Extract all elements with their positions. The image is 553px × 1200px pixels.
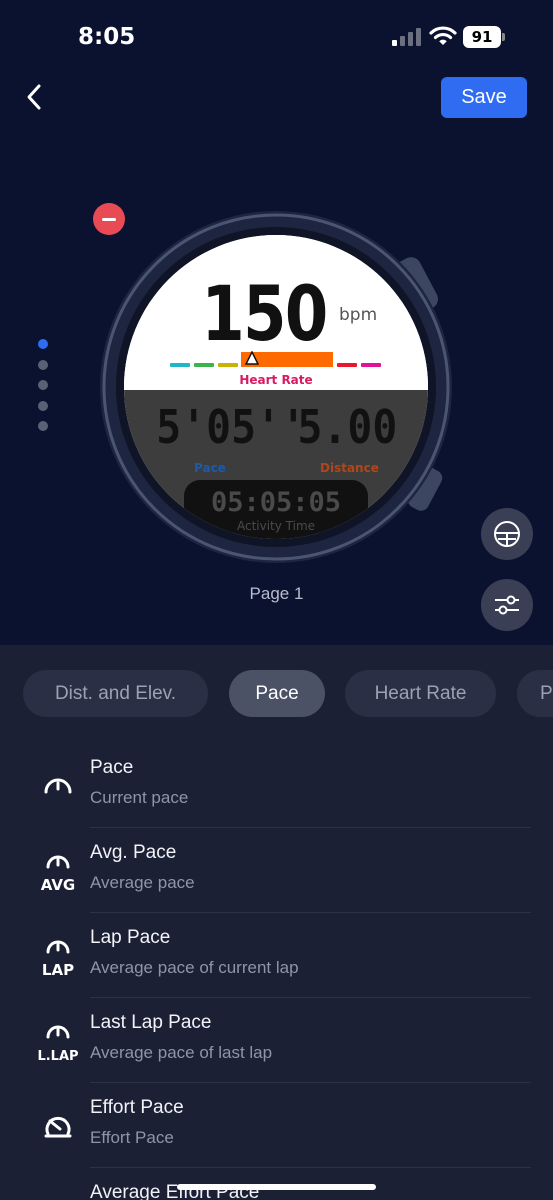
list-item-avg-pace[interactable]: AVG Avg. Pace Average pace <box>0 828 553 913</box>
list-item-effort-pace[interactable]: Effort Pace Effort Pace <box>0 1083 553 1168</box>
list-item-title: Lap Pace <box>90 927 171 948</box>
distance-value: 5.00 <box>297 400 398 454</box>
save-button[interactable]: Save <box>441 77 527 118</box>
gauge-badge: LAP <box>42 961 74 979</box>
pace-label: Pace <box>194 461 226 475</box>
list-item-lap-pace[interactable]: LAP Lap Pace Average pace of current lap <box>0 913 553 998</box>
gauge-avg-icon: AVG <box>41 855 76 894</box>
watch-preview: 150 bpm Heart Rate 5'05'' Pace 5.00 Dist… <box>96 205 456 565</box>
gauge-badge: AVG <box>41 876 76 894</box>
page-label: Page 1 <box>249 584 304 603</box>
page-dot-3[interactable] <box>38 380 48 390</box>
pace-value: 5'05'' <box>156 400 306 454</box>
zone-3-bar <box>218 363 238 367</box>
list-item-title: Avg. Pace <box>90 842 177 863</box>
settings-sliders-button[interactable] <box>481 579 533 631</box>
page-dot-4[interactable] <box>38 400 48 411</box>
status-time: 8:05 <box>78 24 136 50</box>
activity-time-label: Activity Time <box>236 519 316 533</box>
zone-6-bar <box>361 363 381 367</box>
wifi-icon <box>429 26 457 45</box>
zone-5-bar <box>337 363 357 367</box>
watch-face[interactable]: 150 bpm Heart Rate 5'05'' Pace 5.00 Dist… <box>124 235 428 539</box>
watch-face-style-button[interactable] <box>481 508 533 560</box>
gauge-icon <box>44 778 72 794</box>
zone-pointer-icon <box>245 351 259 365</box>
list-item-last-lap-pace[interactable]: L.LAP Last Lap Pace Average pace of last… <box>0 998 553 1083</box>
page-dot-5[interactable] <box>38 421 48 431</box>
battery-icon: 91 <box>463 26 505 48</box>
list-item-title: Pace <box>90 757 134 778</box>
effort-gauge-icon <box>44 1116 72 1138</box>
sliders-icon <box>495 595 519 615</box>
home-indicator <box>177 1184 376 1190</box>
list-item-subtitle: Average pace <box>90 873 195 892</box>
distance-label: Distance <box>320 461 379 475</box>
cellular-signal-icon <box>392 28 421 46</box>
list-item-title: Last Lap Pace <box>90 1012 212 1033</box>
battery-level: 91 <box>463 26 501 48</box>
list-item-subtitle: Average pace of current lap <box>90 958 299 977</box>
tab-next[interactable]: P <box>517 670 553 717</box>
heart-rate-unit: bpm <box>339 305 378 325</box>
zone-1-bar <box>170 363 190 367</box>
gauge-last-lap-icon: L.LAP <box>38 1025 78 1064</box>
page-dot-1[interactable] <box>38 339 48 349</box>
effort-gauge-icon <box>38 1186 78 1200</box>
tab-dist-elev[interactable]: Dist. and Elev. <box>23 670 208 717</box>
page-dot-2[interactable] <box>38 359 48 370</box>
preview-area: 8:05 91 Save 150 bpm Heart Rate 5'05'' P… <box>0 0 553 645</box>
zone-2-bar <box>194 363 214 367</box>
list-item-title: Effort Pace <box>90 1097 184 1118</box>
list-item-subtitle: Current pace <box>90 788 189 807</box>
data-field-picker: Dist. and Elev. Pace Heart Rate P Pace C… <box>0 645 553 1200</box>
chevron-left-icon <box>27 84 41 110</box>
heart-rate-label: Heart Rate <box>239 373 313 387</box>
gauge-badge: L.LAP <box>38 1049 78 1064</box>
list-item-subtitle: Average pace of last lap <box>90 1043 273 1062</box>
page-dots <box>38 339 50 442</box>
activity-time-value: 05:05:05 <box>210 487 342 518</box>
list-item-pace[interactable]: Pace Current pace <box>0 743 553 828</box>
gauge-lap-icon: LAP <box>42 940 74 979</box>
list-item-subtitle: Effort Pace <box>90 1128 174 1147</box>
back-button[interactable] <box>20 82 50 112</box>
heart-rate-value: 150 <box>201 269 328 358</box>
tab-pace[interactable]: Pace <box>229 670 325 717</box>
dial-layout-icon <box>494 521 520 547</box>
tab-heart-rate[interactable]: Heart Rate <box>345 670 496 717</box>
